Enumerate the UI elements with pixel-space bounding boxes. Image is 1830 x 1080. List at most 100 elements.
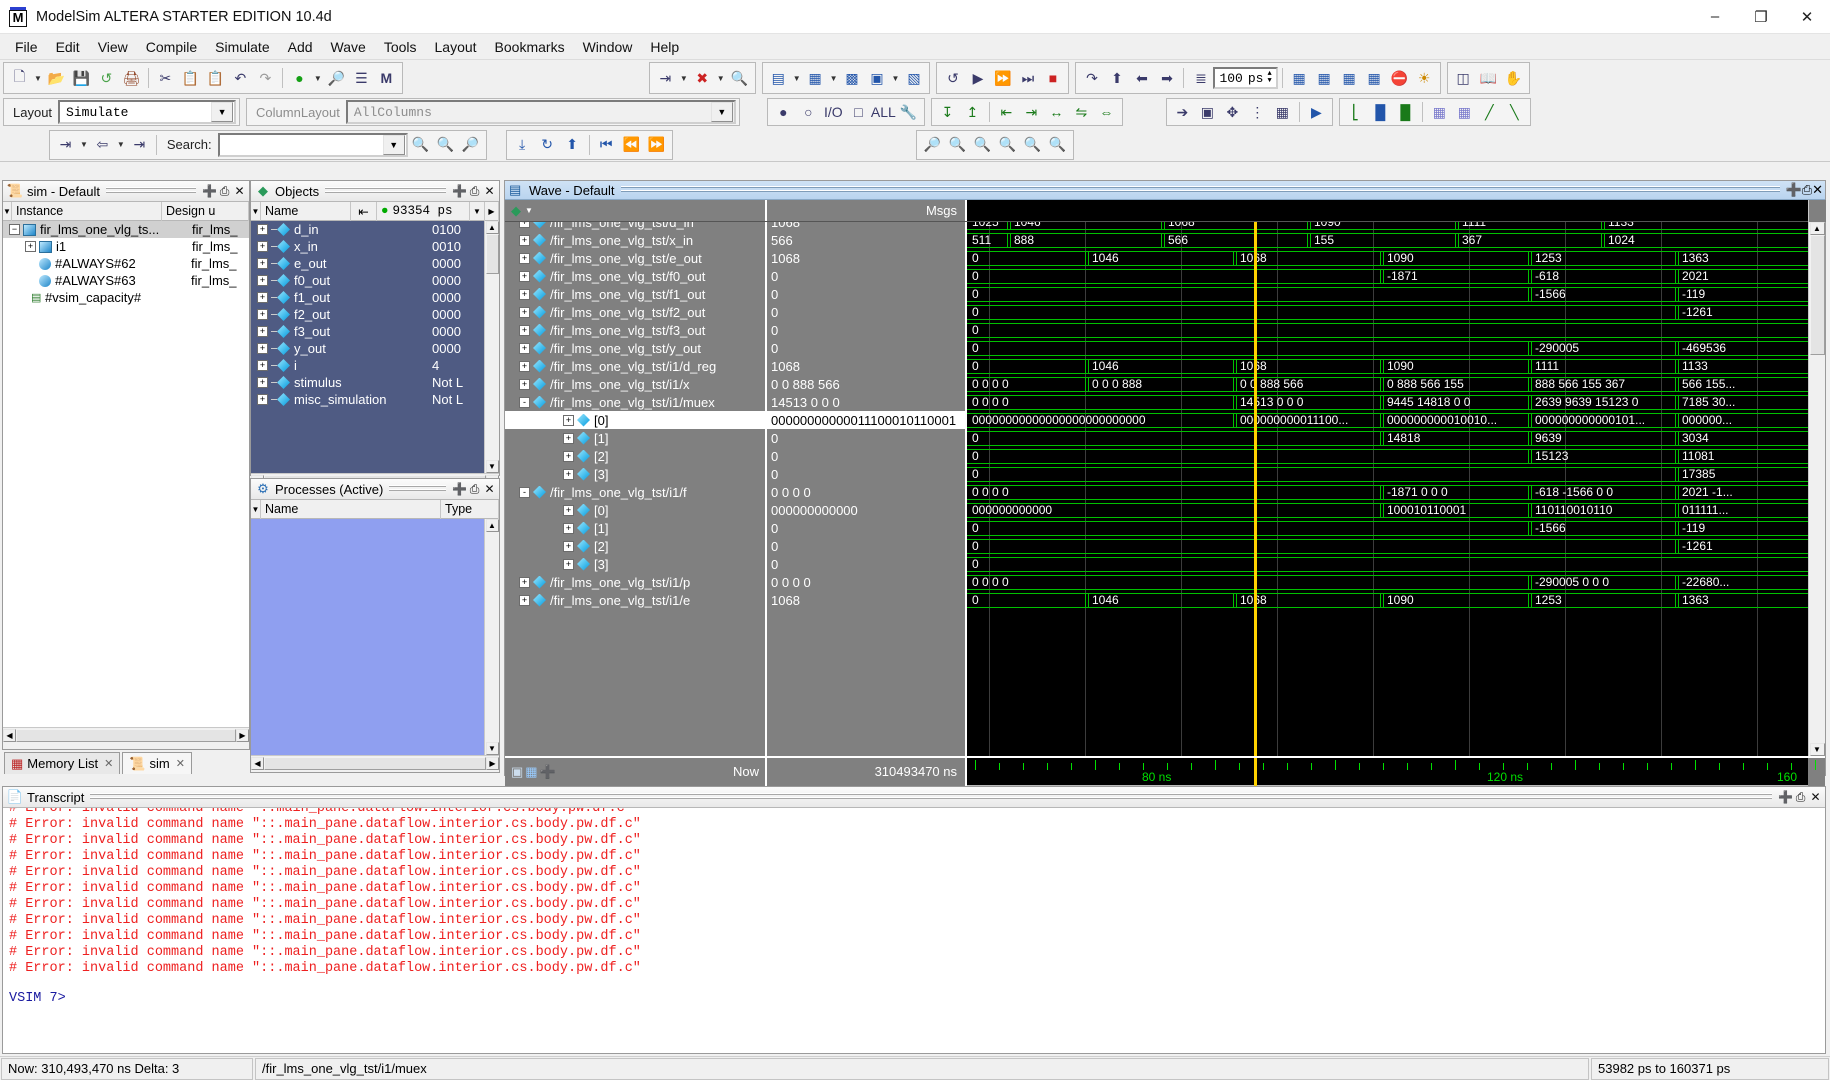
processes-list[interactable] (251, 519, 484, 755)
zoom-select-icon[interactable]: ▣ (1195, 99, 1220, 125)
sim-panel-hscrollbar[interactable]: ◀ ▶ (3, 727, 249, 742)
wave-signal-name-row[interactable]: +[0] (505, 411, 765, 429)
zoom-in-icon[interactable]: 🔎 (920, 132, 945, 158)
search-chevron-down-icon[interactable]: ▼ (383, 135, 405, 155)
step-forward-icon[interactable]: ➡ (1154, 65, 1179, 91)
sim-panel-close-icon[interactable]: ✕ (232, 184, 247, 199)
processes-panel-close-icon[interactable]: ✕ (482, 482, 497, 497)
expander-icon[interactable]: + (563, 415, 574, 426)
format-analog-icon[interactable]: █ (1368, 99, 1393, 125)
restart-icon[interactable]: ↺ (940, 65, 965, 91)
fit-icon[interactable]: ⇔ (1094, 99, 1119, 125)
select-pointer-icon[interactable]: ➔ (1170, 99, 1195, 125)
cursor-add-icon[interactable]: ▦ (525, 764, 537, 780)
compile-icon[interactable]: ● (287, 65, 312, 91)
objects-col-name[interactable]: Name (261, 202, 351, 221)
remove-dropdown-icon[interactable]: ▼ (717, 74, 725, 83)
open-folder-icon[interactable]: 📂 (44, 65, 69, 91)
objects-vscrollbar[interactable]: ▲ ▼ (484, 221, 499, 473)
wave-signal-name-row[interactable]: +/fir_lms_one_vlg_tst/d_in (505, 222, 765, 231)
columnlayout-select[interactable]: AllColumns ▼ (346, 100, 736, 124)
wave-signal-name-row[interactable]: +[3] (505, 555, 765, 573)
expander-icon[interactable]: + (519, 307, 530, 318)
add-wave-icon[interactable]: ▤ (766, 65, 791, 91)
objects-panel-dock-plus-icon[interactable]: ➕ (452, 184, 467, 199)
objects-panel-close-icon[interactable]: ✕ (482, 184, 497, 199)
expander-icon[interactable]: + (519, 343, 530, 354)
columnlayout-chevron-down-icon[interactable]: ▼ (711, 102, 733, 122)
objects-col-sort-icon[interactable]: ⇤ (351, 202, 377, 221)
expander-icon[interactable]: + (519, 361, 530, 372)
run-length-icon[interactable]: ≣ (1188, 65, 1213, 91)
wave-signal-name-row[interactable]: +[2] (505, 447, 765, 465)
run-all-icon[interactable]: ⏭ (1015, 65, 1040, 91)
expander-icon[interactable]: + (519, 222, 530, 228)
wave-signal-name-row[interactable]: +/fir_lms_one_vlg_tst/f1_out (505, 285, 765, 303)
scroll-up-icon[interactable]: ▲ (486, 519, 499, 532)
transcript-panel-dock-plus-icon[interactable]: ➕ (1778, 790, 1793, 805)
expander-icon[interactable]: + (563, 469, 574, 480)
wave-signal-name-row[interactable]: +/fir_lms_one_vlg_tst/i1/p (505, 573, 765, 591)
waveform-row[interactable]: 0-1261 (967, 303, 1808, 321)
tab-memory-list-close-icon[interactable]: ✕ (104, 757, 113, 770)
waveform-row[interactable]: 0000000000000000000000000000000000001110… (967, 411, 1808, 429)
expander-icon[interactable]: + (25, 241, 36, 252)
menu-wave[interactable]: Wave (322, 36, 375, 58)
step-into-dropdown-icon[interactable]: ▼ (80, 140, 88, 149)
scroll-right-icon[interactable]: ▶ (486, 757, 499, 770)
zoom-last-icon[interactable]: 🔍 (1045, 132, 1070, 158)
undo-icon[interactable]: ↶ (228, 65, 253, 91)
pan-icon[interactable]: ✥ (1220, 99, 1245, 125)
bp-toggle-icon[interactable]: ▦ (1287, 65, 1312, 91)
wave-cursor-line[interactable] (1254, 222, 1257, 756)
bookmark-add-icon[interactable]: ⤓ (510, 132, 535, 158)
expander-icon[interactable]: + (519, 595, 530, 606)
expander-icon[interactable]: - (519, 487, 530, 498)
expander-icon[interactable]: + (519, 379, 530, 390)
wave-signal-name-row[interactable]: +[1] (505, 519, 765, 537)
bookmark-cycle-icon[interactable]: ↻ (535, 132, 560, 158)
split-view-icon[interactable]: ◫ (1451, 65, 1476, 91)
wave-canvas[interactable]: 1025104610681090111111335118885661553671… (967, 222, 1808, 756)
processes-vscrollbar[interactable]: ▲ ▼ (484, 519, 499, 755)
wave-panel-dock-plus-icon[interactable]: ➕ (1786, 182, 1802, 198)
objects-col-menu-icon[interactable]: ▼ (470, 202, 485, 221)
format-digital-icon[interactable]: █ (1393, 99, 1418, 125)
wave-signal-name-row[interactable]: -/fir_lms_one_vlg_tst/i1/muex (505, 393, 765, 411)
sim-panel-undock-icon[interactable]: ⎙ (217, 184, 232, 199)
sim-col-design-unit[interactable]: Design u (162, 202, 249, 221)
waveform-row[interactable]: 0000000000001000101100011101100101100111… (967, 501, 1808, 519)
waveform-row[interactable]: 010461068109011111133 (967, 357, 1808, 375)
grid2-icon[interactable]: ▦ (1452, 99, 1477, 125)
wrench-icon[interactable]: 🔧 (896, 99, 921, 125)
menu-window[interactable]: Window (574, 36, 642, 58)
sim-panel-dock-plus-icon[interactable]: ➕ (202, 184, 217, 199)
sim-tree[interactable]: − fir_lms_one_vlg_ts... fir_lms_ + i1 fi… (3, 221, 249, 727)
minimize-button[interactable]: – (1692, 0, 1738, 34)
measure-icon[interactable]: ⋮ (1245, 99, 1270, 125)
coverage-icon[interactable]: ☀ (1412, 65, 1437, 91)
objects-row[interactable]: + f3_out 0000 (251, 323, 484, 340)
objects-row[interactable]: + f0_out 0000 (251, 272, 484, 289)
menu-compile[interactable]: Compile (137, 36, 206, 58)
step-over-icon[interactable]: ⇦ (90, 132, 115, 158)
objects-row[interactable]: + e_out 0000 (251, 255, 484, 272)
scroll-left-icon[interactable]: ◀ (3, 729, 16, 742)
wave-vscrollbar[interactable]: ▲ ▼ (1808, 200, 1825, 756)
sim-tree-row[interactable]: #ALWAYS#62 fir_lms_ (3, 255, 249, 272)
add-list-icon[interactable]: ▦ (803, 65, 828, 91)
break-icon[interactable]: ■ (1040, 65, 1065, 91)
menu-edit[interactable]: Edit (47, 36, 89, 58)
hierarchy-icon[interactable]: ☰ (349, 65, 374, 91)
tab-memory-list[interactable]: ▦ Memory List ✕ (4, 752, 120, 774)
remove-signal-icon[interactable]: ✖ (690, 65, 715, 91)
all-filter-icon[interactable]: ALL (871, 99, 896, 125)
waveform-row[interactable]: 010461068109012531363 (967, 249, 1808, 267)
wave-signal-name-row[interactable]: +/fir_lms_one_vlg_tst/f3_out (505, 321, 765, 339)
trace-up-icon[interactable]: ╱ (1477, 99, 1502, 125)
continue-run-icon[interactable]: ⏩ (990, 65, 1015, 91)
wave-signal-names[interactable]: +/fir_lms_one_vlg_tst/d_in +/fir_lms_one_… (505, 222, 767, 756)
scroll-left-icon[interactable]: ◀ (251, 757, 264, 770)
add-list-dropdown-icon[interactable]: ▼ (830, 74, 838, 83)
objects-col-more-icon[interactable]: ▶ (485, 202, 499, 221)
